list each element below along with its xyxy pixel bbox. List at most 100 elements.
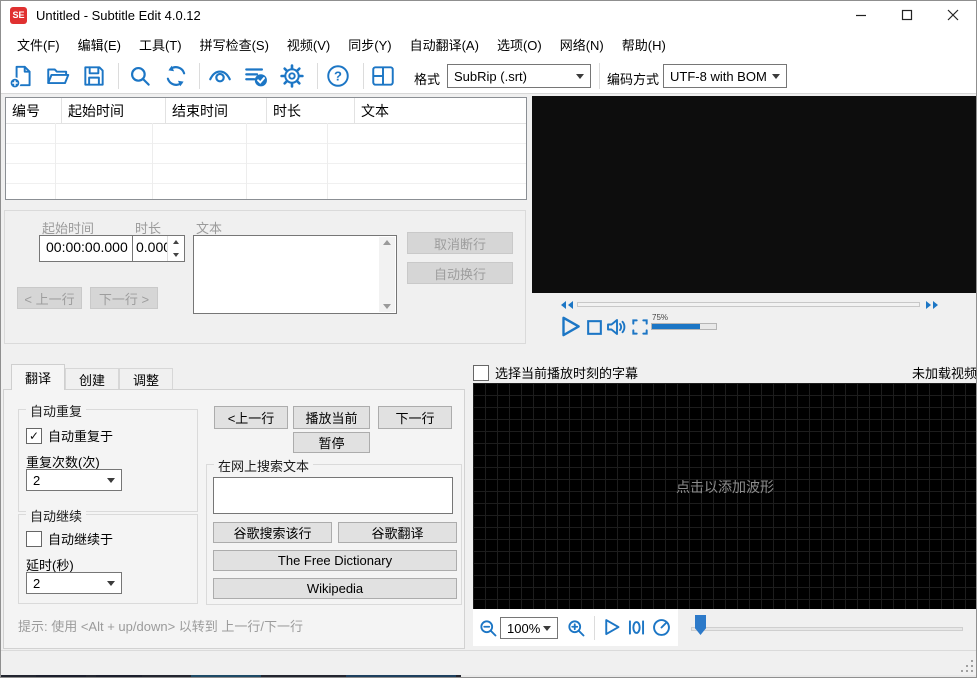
duration-spinner[interactable]: 0.000 [132,235,185,262]
format-select[interactable]: SubRip (.srt) [447,64,591,88]
spin-up-button[interactable] [168,236,184,249]
tab-adjust[interactable]: 调整 [119,368,174,390]
table-row [6,164,526,184]
encoding-select[interactable]: UTF-8 with BOM [663,64,787,88]
google-search-button[interactable]: 谷歌搜索该行 [213,522,332,543]
tab-translate[interactable]: 翻译 [11,364,66,390]
video-display[interactable] [532,96,976,293]
free-dictionary-button[interactable]: The Free Dictionary [213,550,457,571]
auto-continue-group-label: 自动继续 [26,506,87,525]
fullscreen-button[interactable] [630,317,650,337]
edit-panel: 起始时间 00:00:00.000 时长 0.000 文本 取消断行 自动换行 … [4,210,526,344]
replace-icon[interactable] [163,63,189,89]
subtitle-list-header: 编号 起始时间 结束时间 时长 文本 [6,98,526,124]
seek-back-icon[interactable] [560,300,574,310]
auto-repeat-checkbox[interactable]: ✓ [26,427,42,444]
bottom-tabs: 翻译 创建 调整 [11,364,174,390]
format-value: SubRip (.srt) [454,68,527,84]
repeat-count-select[interactable]: 2 [26,469,122,491]
prev-line-play-button[interactable]: <上一行 [214,406,288,429]
video-seek-bar[interactable] [577,302,920,307]
app-logo-icon: SE [10,6,27,24]
menu-bar: 文件(F) 编辑(E) 工具(T) 拼写检查(S) 视频(V) 同步(Y) 自动… [1,29,976,59]
volume-slider[interactable] [651,323,717,330]
web-search-input[interactable] [213,477,453,514]
toolbar: ? 格式 SubRip (.srt) 编码方式 UTF-8 with BOM [1,59,976,94]
menu-help[interactable]: 帮助(H) [613,29,675,59]
waveform-position-slider[interactable] [691,627,963,631]
auto-continue-row: 自动继续于 [26,529,113,548]
waveform-zoom-select[interactable]: 100% [500,617,558,639]
play-from-start-icon[interactable] [626,617,647,638]
column-end-time[interactable]: 结束时间 [166,98,267,123]
pause-button[interactable]: 暂停 [293,432,370,453]
app-window: SE Untitled - Subtitle Edit 4.0.12 文件(F)… [0,0,977,678]
scroll-up-icon[interactable] [383,240,391,245]
save-icon[interactable] [81,63,107,89]
auto-continue-checkbox[interactable] [26,530,42,547]
table-row [6,144,526,164]
web-search-group: 在网上搜索文本 谷歌搜索该行 谷歌翻译 The Free Dictionary … [206,456,462,605]
volume-percent-label: 75% [652,313,669,322]
wikipedia-button[interactable]: Wikipedia [213,578,457,599]
spin-down-button[interactable] [168,249,184,262]
new-file-icon[interactable] [9,63,35,89]
play-button[interactable] [557,314,583,340]
minimize-button[interactable] [838,1,884,29]
menu-spellcheck[interactable]: 拼写检查(S) [191,29,278,59]
settings-gear-icon[interactable] [279,63,305,89]
auto-repeat-group-label: 自动重复 [26,401,87,420]
tab-create[interactable]: 创建 [65,368,120,390]
subtitle-text-input[interactable] [193,235,397,314]
next-line-button: 下一行 > [90,287,158,309]
text-scrollbar[interactable] [379,237,395,312]
resize-grip[interactable] [961,660,973,672]
seek-forward-icon[interactable] [925,300,939,310]
menu-video[interactable]: 视频(V) [278,29,339,59]
window-controls [838,1,976,29]
next-line-play-button[interactable]: 下一行 [378,406,452,429]
spell-check-icon[interactable] [243,63,269,89]
layout-icon[interactable] [370,63,396,89]
menu-autotranslate[interactable]: 自动翻译(A) [401,29,488,59]
maximize-button[interactable] [884,1,930,29]
waveform-play-button[interactable] [601,617,622,638]
close-button[interactable] [930,1,976,29]
slider-thumb[interactable] [695,615,706,635]
chevron-down-icon [543,625,551,631]
scroll-down-icon[interactable] [383,304,391,309]
maximize-icon [901,9,913,21]
column-start-time[interactable]: 起始时间 [62,98,166,123]
menu-options[interactable]: 选项(O) [488,29,551,59]
zoom-out-icon[interactable] [478,618,498,638]
play-current-button[interactable]: 播放当前 [293,406,370,429]
auto-continue-checkbox-label: 自动继续于 [48,532,114,547]
google-translate-button[interactable]: 谷歌翻译 [338,522,457,543]
column-duration[interactable]: 时长 [267,98,355,123]
waveform-header-row: 选择当前播放时刻的字幕 未加载视频 [473,363,976,382]
select-current-subtitle-checkbox[interactable] [473,364,489,381]
zoom-in-icon[interactable] [566,618,586,638]
menu-edit[interactable]: 编辑(E) [69,29,130,59]
playback-speed-icon[interactable] [651,617,672,638]
help-icon[interactable]: ? [325,63,351,89]
find-icon[interactable] [127,63,153,89]
mute-button[interactable] [605,315,629,339]
subtitle-list[interactable]: 编号 起始时间 结束时间 时长 文本 [5,97,527,204]
column-number[interactable]: 编号 [6,98,62,123]
delay-select[interactable]: 2 [26,572,122,594]
column-text[interactable]: 文本 [355,98,526,123]
open-file-icon[interactable] [45,63,71,89]
menu-file[interactable]: 文件(F) [8,29,69,59]
menu-sync[interactable]: 同步(Y) [339,29,400,59]
prev-line-button: < 上一行 [17,287,82,309]
delay-value: 2 [33,575,41,591]
menu-network[interactable]: 网络(N) [551,29,613,59]
status-bar [1,650,976,675]
stop-button[interactable] [585,318,604,337]
visual-sync-icon[interactable] [207,63,233,89]
menu-tools[interactable]: 工具(T) [130,29,191,59]
toolbar-separator [599,63,600,89]
chevron-down-icon [107,477,115,483]
waveform-area[interactable]: 点击以添加波形 [473,383,976,609]
